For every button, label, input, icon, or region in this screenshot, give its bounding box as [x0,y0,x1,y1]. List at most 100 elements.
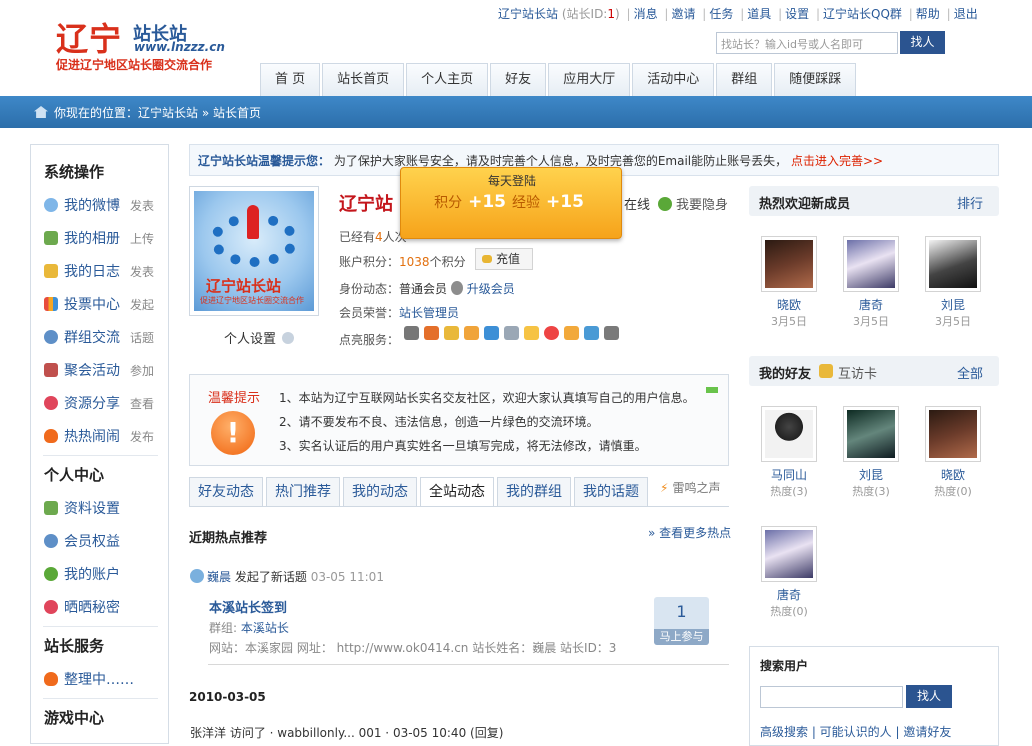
chat-icon [44,198,58,212]
breadcrumb-text[interactable]: 你现在的位置：辽宁站长站 » 站长首页 [54,106,261,120]
tab-my-feed[interactable]: 我的动态 [343,477,417,507]
tab-my-topics[interactable]: 我的话题 [574,477,648,507]
nav-webmaster-home[interactable]: 站长首页 [322,63,405,97]
tab-friend-feed[interactable]: 好友动态 [189,477,263,507]
friends-header: 我的好友 互访卡 全部 [749,356,999,386]
home-service-icon[interactable] [424,326,439,340]
qq-group-link[interactable]: 辽宁站长QQ群 [823,7,902,21]
qq-icon[interactable] [544,326,559,340]
personal-settings-link[interactable]: 个人设置 [224,328,295,347]
secret-heart-icon [44,600,58,614]
friend-card[interactable]: 刘昆 热度(3) [841,406,901,499]
avatar [843,236,899,292]
logo-slogan: 促进辽宁地区站长圈交流合作 [56,58,213,72]
group-link[interactable]: 本溪站长 [241,621,289,635]
search-users-box: 搜索用户 找人 高级搜索 | 可能认识的人 | 邀请好友 [749,646,999,746]
camera-icon[interactable] [484,326,499,340]
profile-icon [44,501,58,515]
diamond-icon[interactable] [404,326,419,340]
friend-card[interactable]: 马同山 热度(3) [759,406,819,499]
logout-link[interactable]: 退出 [954,7,978,21]
sidebar-item-album[interactable]: 我的相册 上传 [44,228,164,248]
ranking-link[interactable]: 排行 [957,193,983,212]
tasks-link[interactable]: 任务 [709,7,733,21]
sidebar-item-account[interactable]: 我的账户 [44,564,164,584]
nav-apps[interactable]: 应用大厅 [548,63,631,97]
member-card[interactable]: 刘昆 3月5日 [923,236,983,329]
notice-title: 辽宁站长站温馨提示您： [198,154,331,168]
sidebar-item-secret[interactable]: 晒晒秘密 [44,597,164,617]
lightning-icon: ⚡ [660,481,669,495]
help-link[interactable]: 帮助 [916,7,940,21]
nav-events[interactable]: 活动中心 [632,63,715,97]
avatar [925,406,981,462]
site-name-link[interactable]: 辽宁站长站 [498,7,558,21]
search-users-title: 搜索用户 [760,659,809,673]
identity-status: 身份动态：普通会员 升级会员 [339,281,515,296]
heart-icon [44,396,58,410]
nav-personal-home[interactable]: 个人主页 [406,63,489,97]
phone-icon[interactable] [564,326,579,340]
settings-link[interactable]: 设置 [785,7,809,21]
card-icon[interactable] [444,326,459,340]
home-icon [34,106,48,118]
tab-hot[interactable]: 热门推荐 [266,477,340,507]
topic-title-link[interactable]: 本溪站长签到 [209,597,287,616]
honor-link[interactable]: 站长管理员 [399,306,459,320]
user-search-input[interactable]: 找站长？输入id号或人名即可 [716,32,898,54]
sidebar-item-weibo[interactable]: 我的微博 发表 [44,195,164,215]
sidebar-item-events[interactable]: 聚会活动 参加 [44,360,164,380]
feed-user-link[interactable]: 巍晨 [207,570,231,584]
messages-link[interactable]: 消息 [634,7,658,21]
go-invisible-link[interactable]: 我要隐身 [676,198,728,213]
sidebar-item-hot[interactable]: 热热闹闹 发布 [44,426,164,446]
member-card[interactable]: 唐奇 3月5日 [841,236,901,329]
props-link[interactable]: 道具 [747,7,771,21]
profile-name: 辽宁站 [339,194,393,215]
chart-icon [44,297,58,311]
tab-my-groups[interactable]: 我的群组 [497,477,571,507]
tab-site-feed[interactable]: 全站动态 [420,477,494,507]
user-search-button[interactable]: 找人 [900,31,945,54]
sidebar-item-rights[interactable]: 会员权益 [44,531,164,551]
main-nav: 首 页 站长首页 个人主页 好友 应用大厅 活动中心 群组 随便踩踩 [260,63,858,97]
people-icon[interactable] [584,326,599,340]
sidebar-item-vote[interactable]: 投票中心 发起 [44,294,164,314]
thunder-voice-link[interactable]: ⚡ 雷鸣之声 [660,479,720,496]
notice-complete-link[interactable]: 点击进入完善>> [791,154,883,168]
sidebar-item-groups[interactable]: 群组交流 话题 [44,327,164,347]
warm-tip-box: 温馨提示 ! 1、本站为辽宁互联网站长实名交友社区，欢迎大家认真填写自己的用户信… [189,374,729,466]
search-links[interactable]: 高级搜索 | 可能认识的人 | 邀请好友 [760,723,951,740]
avatar[interactable]: 辽宁站长站 促进辽宁地区站长圈交流合作 [189,186,319,316]
collapse-icon[interactable] [706,387,718,393]
id-icon[interactable] [464,326,479,340]
nav-home[interactable]: 首 页 [260,63,321,97]
nav-groups[interactable]: 群组 [716,63,773,97]
friend-card[interactable]: 晓欧 热度(0) [923,406,983,499]
all-friends-link[interactable]: 全部 [957,363,983,382]
sidebar-item-blog[interactable]: 我的日志 发表 [44,261,164,281]
cake-icon[interactable] [524,326,539,340]
site-logo[interactable]: 辽宁 站长站 www.lnzzz.cn 促进辽宁地区站长圈交流合作 [56,14,256,72]
nav-random[interactable]: 随便踩踩 [774,63,857,97]
upgrade-member-link[interactable]: 升级会员 [467,282,515,296]
more-hot-link[interactable]: » 查看更多热点 [648,524,731,541]
mail-icon[interactable] [504,326,519,340]
visit-card-link[interactable]: 互访卡 [838,363,877,382]
search-users-input[interactable] [760,686,903,708]
recharge-button[interactable]: 充值 [475,248,533,270]
avatar-brand: 辽宁站长站 [206,277,282,295]
sidebar-item-organizing[interactable]: 整理中…… [44,669,164,689]
join-button[interactable]: 1 马上参与 [654,597,709,645]
invite-link[interactable]: 邀请 [671,7,695,21]
sidebar-item-share[interactable]: 资源分享 查看 [44,393,164,413]
member-card[interactable]: 晓欧 3月5日 [759,236,819,329]
search-users-button[interactable]: 找人 [906,685,952,708]
game-center-title: 游戏中心 [44,709,105,727]
notice-text: 为了保护大家账号安全，请及时完善个人信息，及时完善您的Email能防止账号丢失， [333,154,788,168]
avatar [761,406,817,462]
building-icon[interactable] [604,326,619,340]
sidebar-item-profile[interactable]: 资料设置 [44,498,164,518]
friend-card[interactable]: 唐奇 热度(0) [759,526,819,619]
nav-friends[interactable]: 好友 [490,63,547,97]
